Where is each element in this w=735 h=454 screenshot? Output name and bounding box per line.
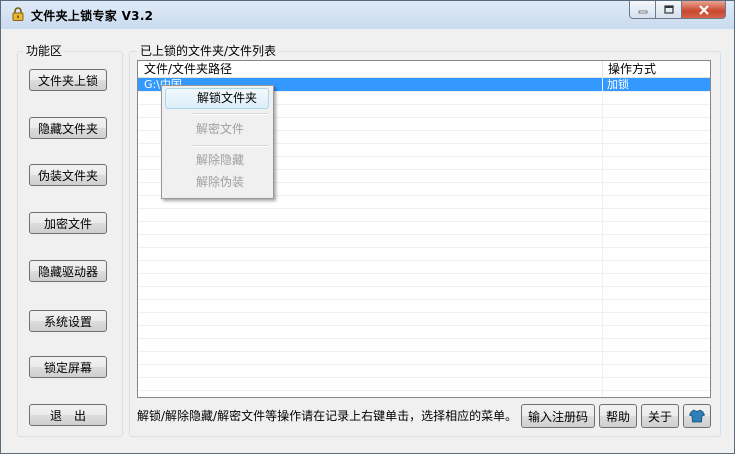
title-bar[interactable]: 文件夹上锁专家 V3.2 bbox=[1, 1, 734, 29]
exit-button[interactable]: 退 出 bbox=[29, 404, 107, 426]
context-menu: 解锁文件夹 解密文件 解除隐藏 解除伪装 bbox=[161, 85, 274, 199]
skin-button[interactable] bbox=[683, 404, 711, 428]
about-button[interactable]: 关于 bbox=[641, 404, 679, 428]
minimize-button[interactable] bbox=[629, 1, 656, 19]
lock-screen-button[interactable]: 锁定屏幕 bbox=[29, 356, 107, 378]
gridline bbox=[138, 377, 710, 378]
function-group-label: 功能区 bbox=[23, 42, 66, 59]
lock-folder-button[interactable]: 文件夹上锁 bbox=[29, 69, 107, 91]
menu-item-decrypt-file[interactable]: 解密文件 bbox=[165, 119, 269, 140]
menu-item-unlock-folder[interactable]: 解锁文件夹 bbox=[165, 88, 269, 109]
window-title: 文件夹上锁专家 V3.2 bbox=[31, 9, 154, 23]
minimize-icon bbox=[638, 10, 647, 13]
hide-folder-button[interactable]: 隐藏文件夹 bbox=[29, 117, 107, 139]
column-header-method[interactable]: 操作方式 bbox=[602, 61, 708, 77]
gridline bbox=[138, 390, 710, 391]
gridline bbox=[138, 299, 710, 300]
shirt-icon bbox=[689, 409, 705, 423]
gridline bbox=[138, 234, 710, 235]
gridline bbox=[138, 286, 710, 287]
gridline bbox=[138, 351, 710, 352]
function-group bbox=[17, 51, 123, 437]
row-method: 加锁 bbox=[607, 78, 629, 91]
menu-separator bbox=[192, 113, 268, 115]
gridline bbox=[138, 260, 710, 261]
gridline bbox=[138, 312, 710, 313]
gridline bbox=[138, 338, 710, 339]
close-icon bbox=[698, 4, 709, 15]
maximize-icon bbox=[663, 5, 674, 14]
gridline bbox=[138, 325, 710, 326]
menu-item-undisguise[interactable]: 解除伪装 bbox=[165, 172, 269, 193]
client-area: 功能区 文件夹上锁 隐藏文件夹 伪装文件夹 加密文件 隐藏驱动器 系统设置 锁定… bbox=[9, 29, 726, 445]
disguise-folder-button[interactable]: 伪装文件夹 bbox=[29, 164, 107, 186]
list-group-label: 已上锁的文件夹/文件列表 bbox=[137, 42, 280, 59]
gridline bbox=[138, 273, 710, 274]
app-window: 文件夹上锁专家 V3.2 功能区 文件夹上锁 隐藏文件夹 伪装文件夹 加密文件 … bbox=[0, 0, 735, 454]
gridline bbox=[138, 247, 710, 248]
gridline bbox=[138, 208, 710, 209]
gridline bbox=[138, 364, 710, 365]
enter-registration-button[interactable]: 输入注册码 bbox=[521, 404, 595, 428]
menu-item-unhide[interactable]: 解除隐藏 bbox=[165, 150, 269, 171]
padlock-icon bbox=[12, 7, 24, 21]
system-settings-button[interactable]: 系统设置 bbox=[29, 310, 107, 332]
hide-drive-button[interactable]: 隐藏驱动器 bbox=[29, 260, 107, 282]
maximize-button[interactable] bbox=[656, 1, 682, 19]
close-button[interactable] bbox=[682, 1, 726, 19]
help-button[interactable]: 帮助 bbox=[599, 404, 637, 428]
list-header: 文件/文件夹路径 操作方式 bbox=[138, 61, 710, 78]
menu-separator bbox=[192, 145, 268, 147]
usage-hint: 解锁/解除隐藏/解密文件等操作请在记录上右键单击，选择相应的菜单。 bbox=[137, 409, 518, 423]
encrypt-file-button[interactable]: 加密文件 bbox=[29, 212, 107, 234]
gridline bbox=[602, 77, 603, 397]
window-controls bbox=[629, 1, 726, 19]
gridline bbox=[138, 221, 710, 222]
column-header-path[interactable]: 文件/文件夹路径 bbox=[138, 61, 602, 77]
